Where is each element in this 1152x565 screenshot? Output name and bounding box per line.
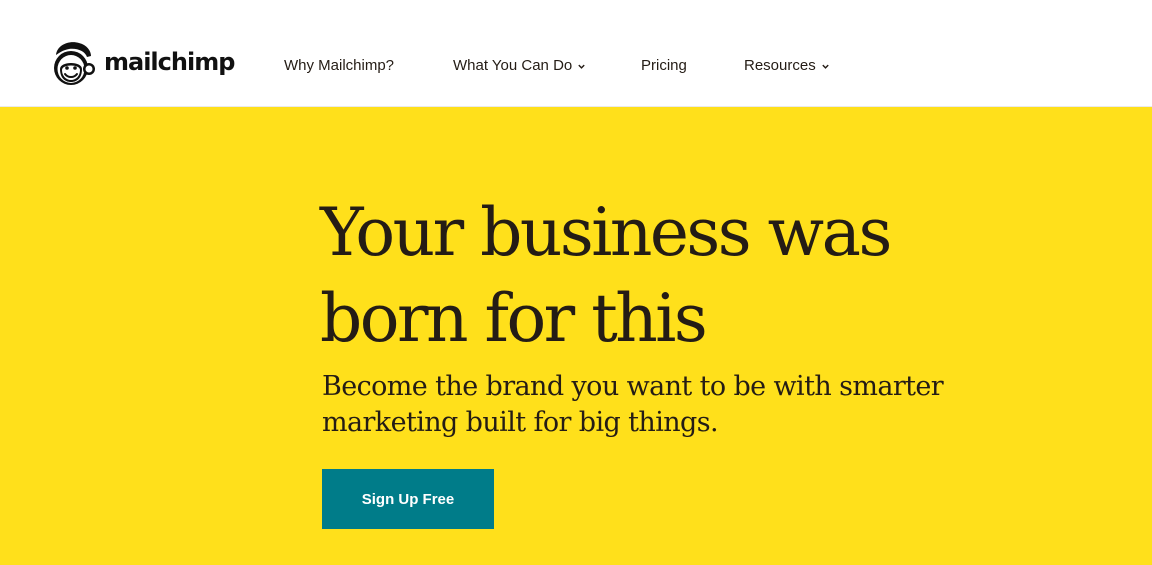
hero-subheadline-line-1: Become the brand you want to be with sma… — [322, 371, 944, 402]
top-navigation-bar: mailchimp Why Mailchimp? What You Can Do… — [0, 0, 1152, 107]
hero-headline: Your business was born for this — [320, 190, 1020, 362]
sign-up-free-button[interactable]: Sign Up Free — [322, 469, 494, 529]
main-nav: Why Mailchimp? What You Can Do Pricing R… — [0, 0, 1152, 107]
nav-why-mailchimp-label: Why Mailchimp? — [284, 57, 395, 74]
nav-pricing[interactable]: Pricing — [641, 56, 687, 76]
hero-subheadline: Become the brand you want to be with sma… — [322, 369, 1042, 441]
nav-why-mailchimp[interactable]: Why Mailchimp? — [284, 56, 394, 76]
nav-resources-label: Resources — [744, 57, 816, 74]
chevron-down-icon — [821, 64, 829, 69]
nav-what-you-can-do[interactable]: What You Can Do — [453, 56, 586, 76]
hero-headline-line-2: born for this — [320, 280, 708, 357]
nav-pricing-label: Pricing — [641, 57, 687, 74]
nav-what-you-can-do-label: What You Can Do — [453, 57, 573, 74]
nav-resources[interactable]: Resources — [744, 56, 830, 76]
chevron-down-icon — [578, 64, 585, 69]
hero-subheadline-line-2: marketing built for big things. — [322, 407, 719, 438]
hero-headline-line-1: Your business was — [320, 194, 892, 271]
